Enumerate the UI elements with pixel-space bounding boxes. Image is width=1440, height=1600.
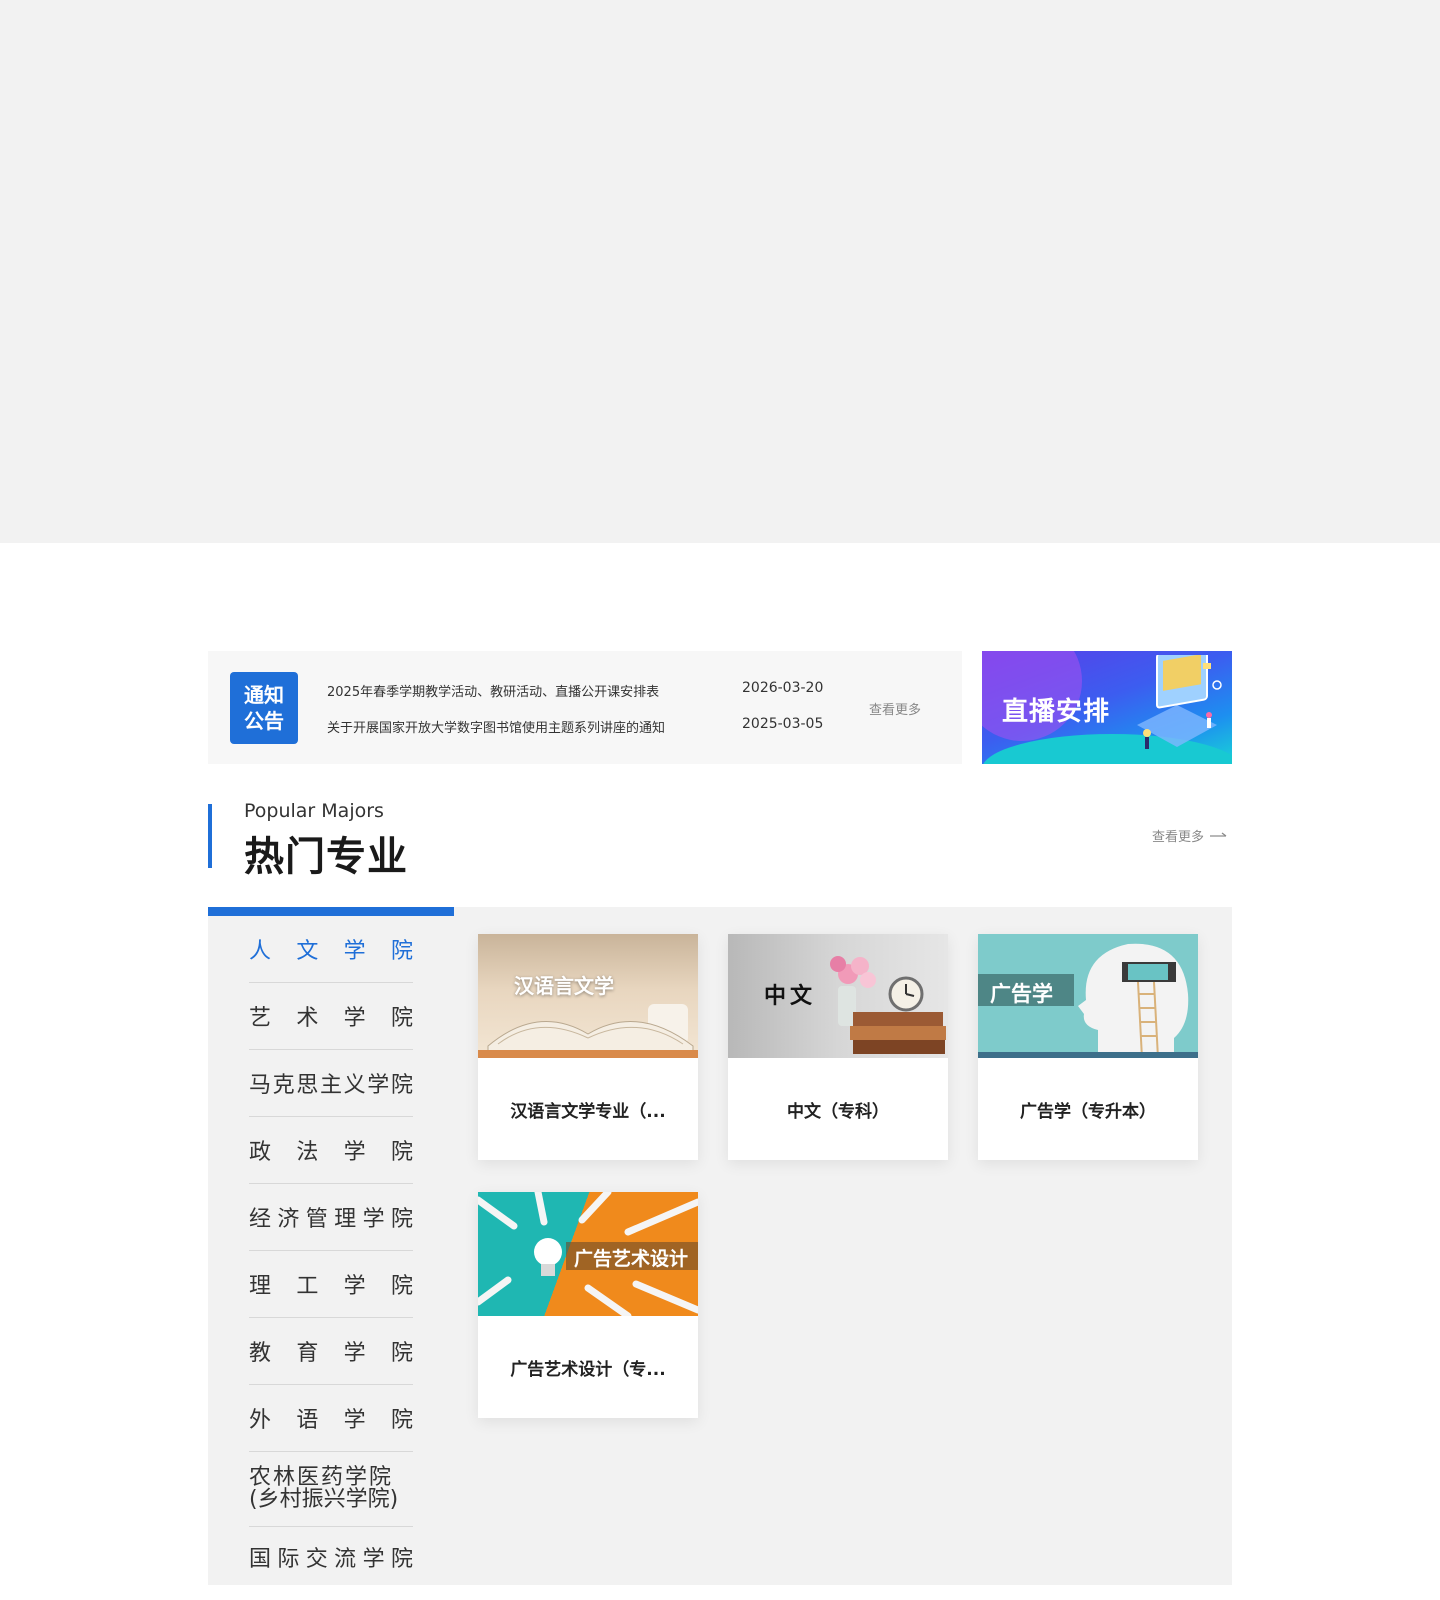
major-thumb-label: 广告艺术设计 bbox=[574, 1248, 689, 1270]
college-item-marxism[interactable]: 马 克 思 主 义 学 院 bbox=[249, 1050, 413, 1117]
section-accent-bar bbox=[208, 804, 212, 868]
major-thumbnail: 广告艺术设计 bbox=[478, 1192, 698, 1316]
college-list: 人 文 学 院 艺 术 学 院 马 克 思 主 义 学 院 政 法 学 院 经 … bbox=[249, 916, 413, 1587]
college-item-agriculture-medicine[interactable]: 农林医药学院 (乡村振兴学院) bbox=[249, 1452, 413, 1527]
notice-badge-line2: 公告 bbox=[244, 709, 284, 733]
notice-item-date: 2026-03-20 bbox=[742, 680, 824, 696]
section-more-link[interactable]: 查看更多 bbox=[1152, 826, 1228, 845]
major-card[interactable]: 中文 中文（专科） bbox=[728, 934, 948, 1160]
major-card[interactable]: 汉语言文学 汉语言文学专业（... bbox=[478, 934, 698, 1160]
major-caption: 中文（专科） bbox=[787, 1101, 889, 1122]
major-card[interactable]: 广告艺术设计 广告艺术设计（专... bbox=[478, 1192, 698, 1418]
section-more-label: 查看更多 bbox=[1152, 830, 1205, 845]
college-item-label: 农林医药学院 bbox=[249, 1465, 394, 1490]
major-thumb-label: 广告学 bbox=[990, 982, 1053, 1006]
notice-item-date: 2025-03-05 bbox=[742, 716, 824, 732]
live-schedule-banner[interactable]: 直播安排 bbox=[982, 651, 1232, 764]
college-item-international[interactable]: 国 际 交 流 学 院 bbox=[249, 1527, 413, 1587]
notice-badge-line1: 通知 bbox=[244, 683, 284, 707]
major-thumb-label: 汉语言文学 bbox=[514, 974, 614, 998]
notice-bar: 通知 公告 2025年春季学期教学活动、教研活动、直播公开课安排表 2026-0… bbox=[208, 651, 962, 764]
major-caption: 广告艺术设计（专... bbox=[510, 1359, 666, 1380]
live-stream-illustration-icon bbox=[1137, 655, 1222, 749]
notice-item-title[interactable]: 关于开展国家开放大学数字图书馆使用主题系列讲座的通知 bbox=[327, 717, 665, 736]
major-caption: 汉语言文学专业（... bbox=[510, 1101, 666, 1122]
college-list-accent-bar bbox=[208, 907, 454, 916]
major-thumbnail: 广告学 bbox=[978, 934, 1198, 1058]
hero-banner-area bbox=[0, 0, 1440, 543]
college-item-foreign-languages[interactable]: 外 语 学 院 bbox=[249, 1385, 413, 1452]
notice-badge: 通知 公告 bbox=[230, 672, 298, 744]
notice-item-title[interactable]: 2025年春季学期教学活动、教研活动、直播公开课安排表 bbox=[327, 681, 659, 700]
major-card[interactable]: 广告学 广告学（专升本） bbox=[978, 934, 1198, 1160]
notice-more-link[interactable]: 查看更多 bbox=[869, 699, 921, 718]
major-thumbnail: 中文 bbox=[728, 934, 948, 1058]
live-banner-title: 直播安排 bbox=[1002, 697, 1111, 727]
college-item-engineering[interactable]: 理 工 学 院 bbox=[249, 1251, 413, 1318]
college-item-education[interactable]: 教 育 学 院 bbox=[249, 1318, 413, 1385]
college-item-law[interactable]: 政 法 学 院 bbox=[249, 1117, 413, 1184]
college-item-arts[interactable]: 艺 术 学 院 bbox=[249, 983, 413, 1050]
major-thumb-label: 中文 bbox=[764, 984, 817, 1009]
major-thumbnail: 汉语言文学 bbox=[478, 934, 698, 1058]
major-caption: 广告学（专升本） bbox=[1020, 1101, 1156, 1122]
section-subtitle: Popular Majors bbox=[244, 800, 384, 822]
college-item-economics[interactable]: 经 济 管 理 学 院 bbox=[249, 1184, 413, 1251]
college-item-humanities[interactable]: 人 文 学 院 bbox=[249, 916, 413, 983]
clock-books-icon bbox=[830, 956, 946, 1054]
section-title: 热门专业 bbox=[244, 834, 408, 880]
college-item-label: (乡村振兴学院) bbox=[249, 1487, 399, 1512]
arrow-right-icon bbox=[1210, 832, 1227, 837]
